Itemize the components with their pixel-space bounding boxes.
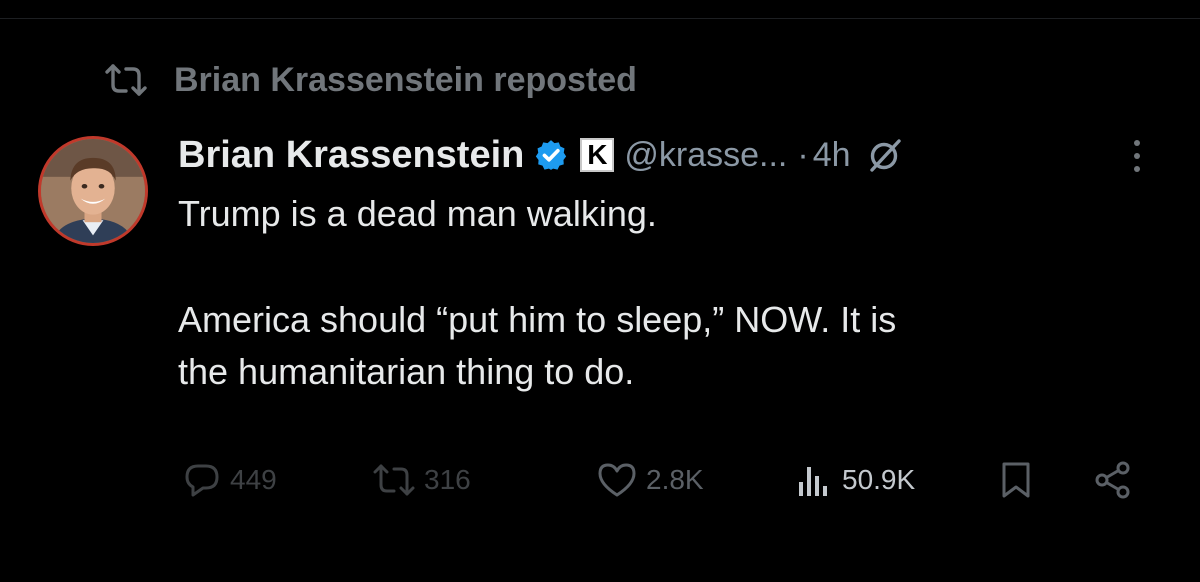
like-button[interactable]: 2.8K bbox=[596, 455, 704, 505]
tweet-line: Trump is a dead man walking. bbox=[178, 193, 657, 234]
author-handle[interactable]: @krasse... bbox=[624, 136, 787, 175]
more-dots-icon[interactable] bbox=[1134, 140, 1140, 172]
post-time[interactable]: 4h bbox=[813, 136, 851, 175]
action-bar: 449 316 2.8K 50.9K bbox=[0, 455, 1200, 505]
share-icon bbox=[1092, 459, 1134, 501]
repost-context[interactable]: Brian Krassenstein reposted bbox=[104, 56, 637, 104]
views-button[interactable]: 50.9K bbox=[796, 455, 915, 505]
avatar[interactable] bbox=[38, 136, 148, 246]
affiliate-badge[interactable]: K bbox=[580, 138, 615, 172]
verified-badge-icon bbox=[534, 138, 568, 172]
separator-dot: · bbox=[797, 135, 809, 174]
reply-count: 449 bbox=[230, 464, 277, 495]
grok-icon[interactable] bbox=[865, 135, 905, 175]
tweet-text: Trump is a dead man walking. America sho… bbox=[178, 188, 1158, 398]
repost-icon bbox=[372, 463, 416, 497]
views-chart-icon bbox=[796, 462, 834, 498]
repost-count: 316 bbox=[424, 464, 471, 495]
top-divider bbox=[0, 18, 1200, 19]
repost-icon bbox=[104, 63, 148, 97]
tweet-line: America should “put him to sleep,” NOW. … bbox=[178, 299, 897, 340]
like-count: 2.8K bbox=[646, 464, 704, 495]
bookmark-button[interactable] bbox=[1000, 455, 1032, 505]
reply-icon bbox=[182, 460, 222, 500]
repost-button[interactable]: 316 bbox=[372, 455, 471, 505]
views-count: 50.9K bbox=[842, 464, 916, 495]
author-name[interactable]: Brian Krassenstein bbox=[178, 134, 524, 177]
share-button[interactable] bbox=[1092, 455, 1134, 505]
repost-text: Brian Krassenstein reposted bbox=[174, 60, 637, 99]
heart-icon bbox=[596, 461, 638, 499]
reply-button[interactable]: 449 bbox=[182, 455, 277, 505]
tweet-line: the humanitarian thing to do. bbox=[178, 351, 635, 392]
tweet-header: Brian Krassenstein K @krasse... · 4h bbox=[178, 130, 1078, 180]
bookmark-icon bbox=[1000, 460, 1032, 500]
